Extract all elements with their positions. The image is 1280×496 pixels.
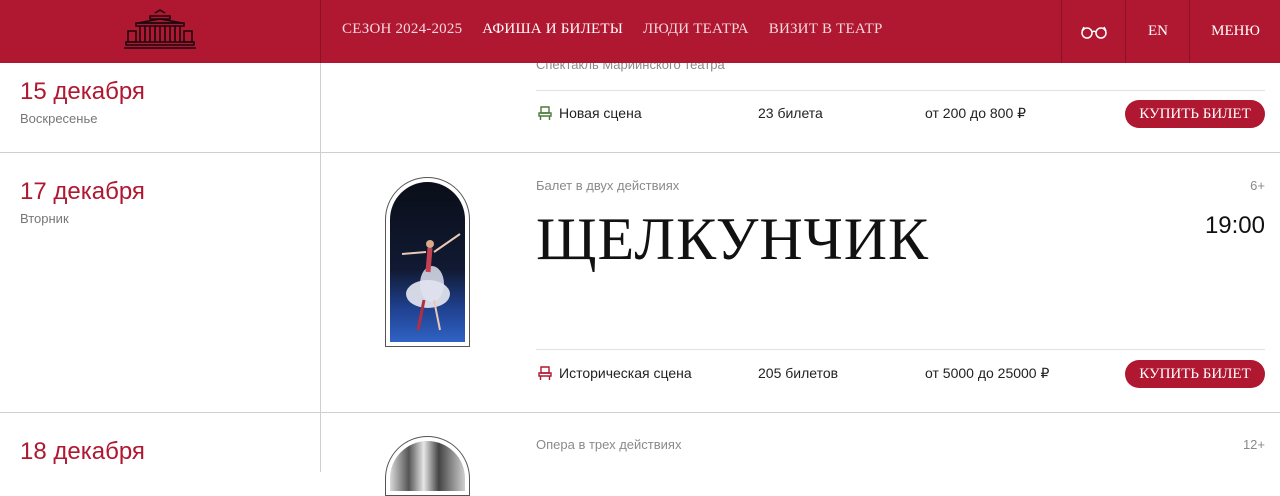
seat-icon: [538, 365, 552, 380]
accessibility-button[interactable]: [1061, 0, 1126, 63]
event-row-dec-17: 17 декабря Вторник Балет в двух действия…: [0, 153, 1280, 413]
theatre-logo-icon[interactable]: [124, 9, 196, 51]
event-ticket-count: 205 билетов: [758, 365, 839, 381]
event-row-dec-18: 18 декабря Опера в трех действиях 12+: [0, 413, 1280, 493]
site-header: СЕЗОН 2024-2025 АФИША И БИЛЕТЫ ЛЮДИ ТЕАТ…: [0, 0, 1280, 63]
event-weekday: Воскресенье: [20, 111, 98, 126]
menu-button[interactable]: МЕНЮ: [1189, 0, 1280, 63]
event-poster[interactable]: [385, 177, 470, 347]
poster-image: [390, 441, 465, 491]
nav-visit[interactable]: ВИЗИТ В ТЕАТР: [769, 21, 883, 38]
event-genre: Балет в двух действиях: [536, 178, 680, 193]
event-date: 18 декабря: [20, 438, 145, 465]
event-stage-label: Историческая сцена: [559, 365, 692, 381]
nav-afisha[interactable]: АФИША И БИЛЕТЫ: [482, 21, 623, 38]
language-toggle[interactable]: EN: [1125, 0, 1190, 63]
divider: [536, 349, 1265, 350]
buy-ticket-button[interactable]: КУПИТЬ БИЛЕТ: [1125, 100, 1265, 128]
divider: [536, 90, 1265, 91]
event-date: 17 декабря: [20, 178, 145, 205]
event-genre: Опера в трех действиях: [536, 437, 682, 452]
event-stage[interactable]: Новая сцена: [538, 105, 642, 121]
main-nav: СЕЗОН 2024-2025 АФИША И БИЛЕТЫ ЛЮДИ ТЕАТ…: [342, 21, 883, 38]
event-price: от 200 до 800 ₽: [925, 105, 1027, 121]
event-price: от 5000 до 25000 ₽: [925, 365, 1050, 381]
age-rating: 6+: [1250, 178, 1265, 193]
event-stage[interactable]: Историческая сцена: [538, 365, 692, 381]
event-time: 19:00: [1204, 212, 1265, 239]
seat-icon: [538, 105, 552, 120]
event-title[interactable]: ЩЕЛКУНЧИК: [536, 205, 929, 274]
nav-people[interactable]: ЛЮДИ ТЕАТРА: [643, 21, 749, 38]
buy-ticket-button[interactable]: КУПИТЬ БИЛЕТ: [1125, 360, 1265, 388]
event-stage-label: Новая сцена: [559, 105, 642, 121]
glasses-icon: [1081, 26, 1107, 39]
poster-image: [390, 182, 465, 342]
event-ticket-count: 23 билета: [758, 105, 823, 121]
event-date: 15 декабря: [20, 78, 145, 105]
nav-season[interactable]: СЕЗОН 2024-2025: [342, 21, 462, 38]
event-weekday: Вторник: [20, 211, 69, 226]
logo-area[interactable]: [0, 0, 321, 63]
age-rating: 12+: [1242, 437, 1265, 452]
column-divider: [320, 0, 321, 472]
